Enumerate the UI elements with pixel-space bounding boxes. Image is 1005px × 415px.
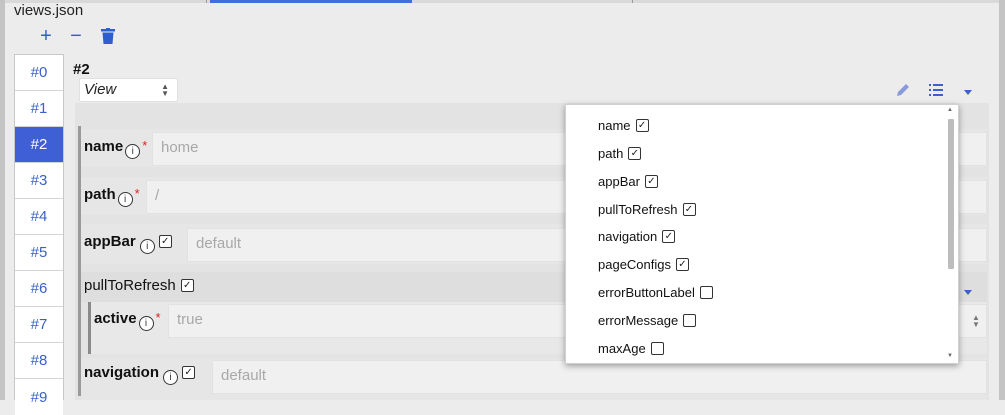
menu-item-checkbox[interactable]: ✓ bbox=[628, 147, 642, 160]
menu-item-label: errorMessage bbox=[598, 313, 679, 328]
menu-item-checkbox[interactable]: ✓ bbox=[662, 230, 676, 243]
property-visibility-menu: name ✓ path ✓ appBar ✓ pullToRefresh ✓ n… bbox=[565, 104, 959, 364]
tab-divider bbox=[632, 0, 633, 3]
menu-item-navigation[interactable]: navigation ✓ bbox=[598, 229, 676, 244]
navigation-checkbox[interactable]: ✓ bbox=[182, 366, 196, 379]
index-item[interactable]: #9 bbox=[15, 379, 63, 415]
trash-icon[interactable] bbox=[98, 26, 118, 46]
menu-item-maxage[interactable]: maxAge bbox=[598, 341, 664, 356]
type-select-value: View bbox=[84, 81, 117, 98]
detail-title: #2 bbox=[73, 61, 90, 78]
tab-strip bbox=[0, 0, 1005, 3]
index-item[interactable]: #7 bbox=[15, 307, 63, 343]
menu-item-label: pageConfigs bbox=[598, 257, 671, 272]
index-item[interactable]: #8 bbox=[15, 343, 63, 379]
pulltorefresh-label-group: pullToRefresh ✓ bbox=[84, 277, 194, 294]
file-title: views.json bbox=[14, 2, 84, 19]
required-marker: * bbox=[134, 186, 140, 201]
field-active-label: active bbox=[94, 310, 137, 327]
tab-divider bbox=[206, 0, 207, 3]
menu-item-label: name bbox=[598, 118, 631, 133]
menu-item-checkbox[interactable]: ✓ bbox=[682, 203, 696, 216]
menu-item-label: maxAge bbox=[598, 341, 646, 356]
menu-item-name[interactable]: name ✓ bbox=[598, 118, 649, 133]
active-tab-indicator[interactable] bbox=[210, 0, 412, 3]
menu-item-pulltorefresh[interactable]: pullToRefresh ✓ bbox=[598, 202, 696, 217]
index-item[interactable]: #4 bbox=[15, 199, 63, 235]
info-icon[interactable]: i bbox=[139, 239, 155, 254]
menu-item-errorbuttonlabel[interactable]: errorButtonLabel bbox=[598, 285, 713, 300]
window-left-edge bbox=[0, 0, 5, 400]
menu-item-label: errorButtonLabel bbox=[598, 285, 695, 300]
menu-item-errormessage[interactable]: errorMessage bbox=[598, 313, 697, 328]
menu-scrollbar-thumb[interactable] bbox=[948, 119, 954, 269]
menu-item-checkbox[interactable]: ✓ bbox=[644, 175, 658, 188]
select-arrows-icon: ▲ ▼ bbox=[972, 313, 980, 329]
type-select[interactable]: View ▲ ▼ bbox=[79, 78, 178, 102]
field-active-label-group: active i * bbox=[94, 310, 161, 331]
field-appbar-label: appBar bbox=[84, 233, 136, 250]
field-navigation-label: navigation bbox=[84, 364, 160, 381]
menu-item-checkbox[interactable] bbox=[650, 342, 664, 355]
menu-scrollbar[interactable]: ▲ ▼ bbox=[946, 105, 956, 363]
menu-item-pageconfigs[interactable]: pageConfigs ✓ bbox=[598, 257, 689, 272]
field-path-label: path bbox=[84, 186, 116, 203]
caret-down-icon[interactable] bbox=[962, 284, 974, 300]
field-appbar-label-group: appBar i ✓ bbox=[84, 233, 172, 254]
navigation-input[interactable]: default bbox=[212, 360, 987, 394]
menu-item-label: path bbox=[598, 146, 624, 161]
scroll-down-icon[interactable]: ▼ bbox=[947, 353, 953, 359]
select-arrows-icon: ▲ ▼ bbox=[161, 82, 169, 98]
menu-item-checkbox[interactable]: ✓ bbox=[676, 258, 689, 271]
info-icon[interactable]: i bbox=[138, 316, 154, 331]
menu-item-checkbox[interactable] bbox=[699, 286, 713, 299]
info-icon[interactable]: i bbox=[125, 144, 141, 159]
menu-item-checkbox[interactable] bbox=[683, 314, 697, 327]
menu-item-path[interactable]: path ✓ bbox=[598, 146, 642, 161]
index-item[interactable]: #5 bbox=[15, 235, 63, 271]
required-marker: * bbox=[155, 310, 161, 325]
menu-item-label: appBar bbox=[598, 174, 640, 189]
pulltorefresh-checkbox[interactable]: ✓ bbox=[180, 279, 194, 292]
required-marker: * bbox=[142, 138, 148, 153]
index-item[interactable]: #6 bbox=[15, 271, 63, 307]
caret-down-icon[interactable] bbox=[962, 84, 974, 100]
window-right-edge bbox=[999, 0, 1005, 400]
item-index-list: #0 #1 #2 #3 #4 #5 #6 #7 #8 #9 bbox=[14, 54, 64, 415]
index-item-active[interactable]: #2 bbox=[15, 127, 63, 163]
info-icon[interactable]: i bbox=[163, 370, 179, 385]
menu-item-label: navigation bbox=[598, 229, 658, 244]
info-icon[interactable]: i bbox=[117, 192, 133, 207]
menu-item-appbar[interactable]: appBar ✓ bbox=[598, 174, 658, 189]
field-path-label-group: path i * bbox=[84, 186, 140, 207]
index-item[interactable]: #1 bbox=[15, 91, 63, 127]
field-name-label: name bbox=[84, 138, 124, 155]
list-icon[interactable] bbox=[928, 82, 944, 101]
menu-item-checkbox[interactable]: ✓ bbox=[635, 119, 649, 132]
active-select-value: true bbox=[177, 311, 203, 328]
appbar-checkbox[interactable]: ✓ bbox=[158, 235, 172, 248]
pulltorefresh-label: pullToRefresh bbox=[84, 277, 176, 294]
field-name-label-group: name i * bbox=[84, 138, 147, 159]
scroll-up-icon[interactable]: ▲ bbox=[947, 107, 953, 113]
field-navigation-label-group: navigation i ✓ bbox=[84, 364, 196, 385]
menu-item-label: pullToRefresh bbox=[598, 202, 678, 217]
minus-icon[interactable]: − bbox=[66, 25, 86, 47]
index-item[interactable]: #0 bbox=[15, 55, 63, 91]
pencil-icon[interactable] bbox=[895, 82, 911, 101]
index-item[interactable]: #3 bbox=[15, 163, 63, 199]
plus-icon[interactable]: + bbox=[36, 25, 56, 47]
